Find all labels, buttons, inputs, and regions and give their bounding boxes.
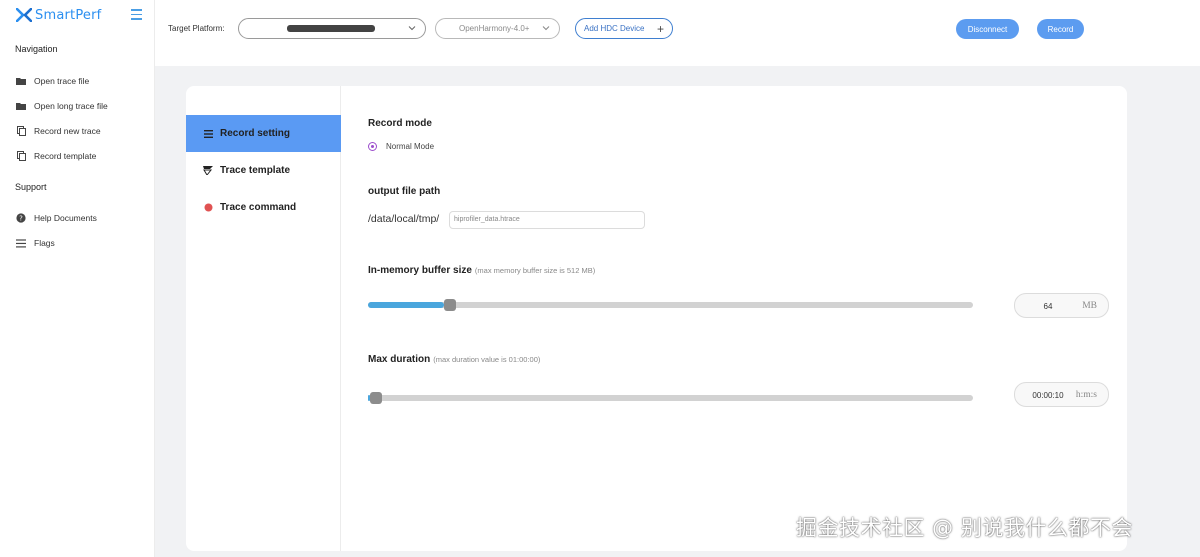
chevron-down-icon <box>408 24 416 32</box>
buffer-size-hint: (max memory buffer size is 512 MB) <box>474 266 596 275</box>
target-platform-label: Target Platform: <box>168 24 225 33</box>
record-tabs: Record setting Trace template Trace comm… <box>186 86 341 551</box>
max-duration-value: 00:00:10 <box>1032 391 1064 400</box>
plus-icon: + <box>656 22 664 36</box>
record-mode-title: Record mode <box>368 118 432 129</box>
nav-help-documents[interactable]: ? Help Documents <box>16 210 97 226</box>
buffer-size-label: In-memory buffer size <box>368 265 472 276</box>
max-duration-value-box[interactable]: 00:00:10 h:m:s <box>1014 382 1109 407</box>
max-duration-unit: h:m:s <box>1075 390 1097 400</box>
buffer-size-unit: MB <box>1082 301 1097 311</box>
record-panel: Record setting Trace template Trace comm… <box>186 86 1127 551</box>
nav-item-label: Help Documents <box>34 213 97 223</box>
chevron-down-icon <box>542 24 550 32</box>
output-path-prefix: /data/local/tmp/ <box>368 213 440 225</box>
buffer-size-value-box[interactable]: 64 MB <box>1014 293 1109 318</box>
svg-text:?: ? <box>19 215 23 223</box>
nav-item-label: Record template <box>34 151 97 161</box>
folder-icon <box>16 76 26 86</box>
nav-record-new-trace[interactable]: Record new trace <box>16 123 101 139</box>
tab-label: Record setting <box>220 128 291 139</box>
buffer-size-slider-thumb[interactable] <box>443 299 456 311</box>
menu-toggle-icon[interactable] <box>131 9 142 20</box>
template-icon <box>203 166 213 175</box>
nav-item-label: Open long trace file <box>34 101 108 111</box>
menu-lines-icon <box>16 238 26 248</box>
buffer-size-title: In-memory buffer size (max memory buffer … <box>368 265 595 276</box>
max-duration-slider[interactable] <box>368 392 973 404</box>
record-button[interactable]: Record <box>1037 19 1084 39</box>
max-duration-slider-thumb[interactable] <box>369 392 382 404</box>
normal-mode-radio[interactable]: Normal Mode <box>368 142 434 151</box>
app-name: SmartPerf <box>35 7 102 23</box>
navigation-title: Navigation <box>15 44 58 54</box>
copy-icon <box>16 151 26 161</box>
copy-icon <box>16 126 26 136</box>
disconnect-button[interactable]: Disconnect <box>956 19 1019 39</box>
max-duration-label: Max duration <box>368 354 431 365</box>
list-icon <box>203 129 213 138</box>
target-platform-select[interactable] <box>238 18 426 39</box>
app-logo[interactable]: SmartPerf <box>16 7 101 23</box>
tab-trace-template[interactable]: Trace template <box>186 152 341 189</box>
tab-trace-command[interactable]: Trace command <box>186 189 341 226</box>
redacted-device-name <box>287 25 375 32</box>
nav-open-long-trace-file[interactable]: Open long trace file <box>16 98 108 114</box>
radio-selected-icon <box>368 142 377 151</box>
nav-flags[interactable]: Flags <box>16 235 55 251</box>
buffer-size-slider[interactable] <box>368 299 973 311</box>
support-title: Support <box>15 182 47 192</box>
red-dot-icon <box>203 203 213 212</box>
nav-open-trace-file[interactable]: Open trace file <box>16 73 89 89</box>
smartperf-logo-icon <box>16 8 32 22</box>
output-file-name-input[interactable]: hiprofiler_data.htrace <box>449 211 645 229</box>
top-bar: Target Platform: OpenHarmony-4.0+ Add HD… <box>155 0 1200 66</box>
record-settings-content: Record mode Normal Mode output file path… <box>368 86 1109 551</box>
buffer-size-slider-fill <box>368 302 444 308</box>
tab-label: Trace command <box>220 202 297 213</box>
sidebar: SmartPerf Navigation Open trace file Ope… <box>0 0 155 557</box>
nav-item-label: Record new trace <box>34 126 101 136</box>
tab-record-setting[interactable]: Record setting <box>186 115 341 152</box>
nav-item-label: Open trace file <box>34 76 90 86</box>
max-duration-hint: (max duration value is 01:00:00) <box>433 355 541 364</box>
max-duration-title: Max duration (max duration value is 01:00… <box>368 354 540 365</box>
os-version-select[interactable]: OpenHarmony-4.0+ <box>435 18 560 39</box>
help-icon: ? <box>16 213 26 223</box>
buffer-size-value: 64 <box>1043 302 1053 311</box>
tab-label: Trace template <box>220 165 291 176</box>
normal-mode-label: Normal Mode <box>386 142 435 151</box>
watermark: 掘金技术社区 @ 别说我什么都不会 <box>796 516 1133 540</box>
add-hdc-device-label: Add HDC Device <box>584 24 645 33</box>
output-file-path-title: output file path <box>368 186 441 197</box>
add-hdc-device-button[interactable]: Add HDC Device + <box>575 18 673 39</box>
nav-item-label: Flags <box>34 238 55 248</box>
folder-icon <box>16 101 26 111</box>
os-version-value: OpenHarmony-4.0+ <box>459 24 530 33</box>
nav-record-template[interactable]: Record template <box>16 148 96 164</box>
